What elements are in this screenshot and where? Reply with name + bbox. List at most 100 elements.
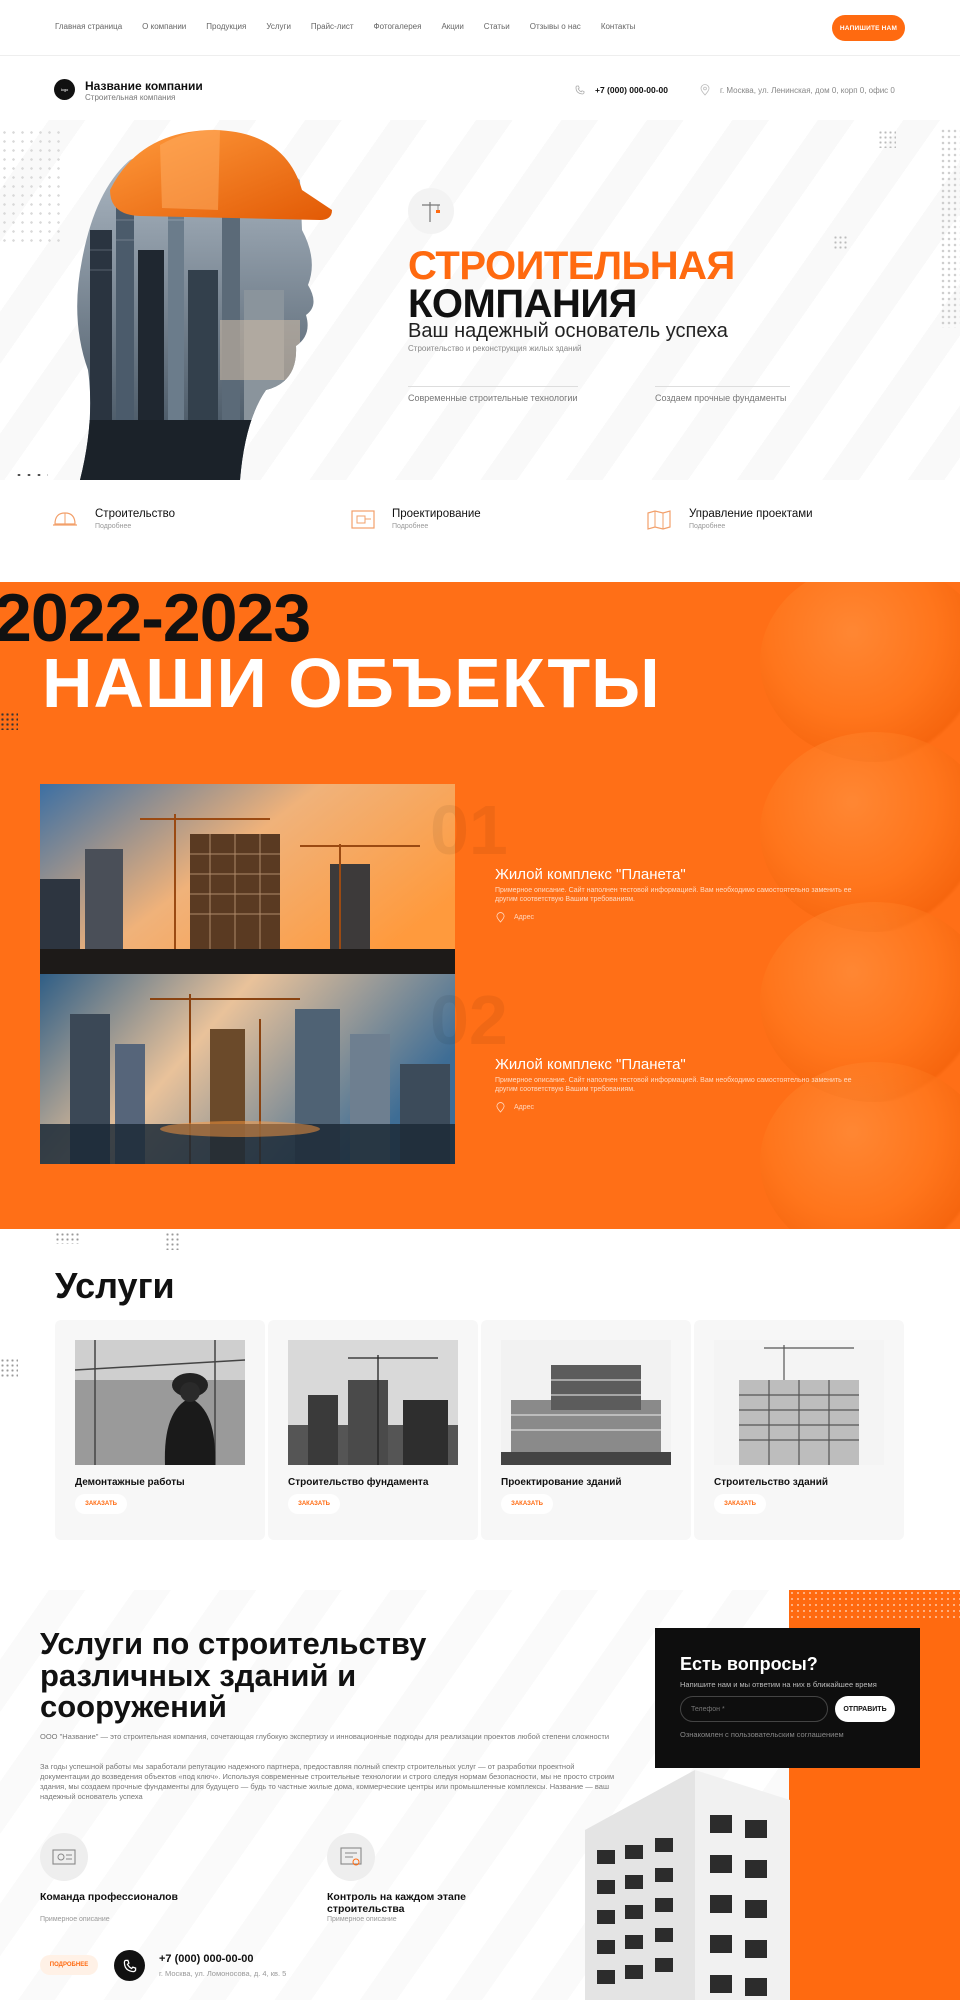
hero-tagline: Ваш надежный основатель успеха [408, 320, 728, 342]
service-strip-more-link[interactable]: Подробнее [95, 523, 131, 530]
service-strip-title[interactable]: Строительство [95, 508, 175, 520]
send-button[interactable]: ОТПРАВИТЬ [835, 1696, 895, 1722]
hero-feature-2: Создаем прочные фундаменты [655, 393, 787, 403]
dot-pattern [833, 235, 847, 249]
company-name: Название компании [85, 79, 203, 93]
nav-item-about[interactable]: О компании [142, 22, 186, 31]
service-strip-more-link[interactable]: Подробнее [689, 523, 725, 530]
header-address: г. Москва, ул. Ленинская, дом 0, корп 0,… [720, 86, 895, 95]
dot-pattern [789, 1590, 960, 1620]
crane-badge [408, 188, 454, 234]
location-pin-icon [700, 84, 710, 96]
phone-icon [123, 1959, 136, 1972]
object-title[interactable]: Жилой комплекс "Планета" [495, 866, 686, 883]
team-icon [52, 1849, 76, 1865]
feature-subtitle: Примерное описание [40, 1916, 110, 1923]
service-strip-more-link[interactable]: Подробнее [392, 523, 428, 530]
divider [655, 386, 790, 387]
dot-pattern [0, 128, 60, 248]
hero-worker-city-image [77, 129, 332, 480]
order-button[interactable]: ЗАКАЗАТЬ [75, 1494, 127, 1514]
nav-item-promo[interactable]: Акции [441, 22, 463, 31]
divider [408, 386, 578, 387]
objects-title: НАШИ ОБЪЕКТЫ [42, 644, 661, 722]
building-image [585, 1770, 790, 2000]
certificate-icon [340, 1847, 362, 1866]
nav-item-home[interactable]: Главная страница [55, 22, 122, 31]
location-pin-icon [496, 1102, 505, 1113]
service-card-title: Строительство зданий [714, 1477, 829, 1488]
services-title: Услуги [55, 1265, 175, 1306]
logo[interactable]: logo [54, 79, 75, 100]
questions-title: Есть вопросы? [680, 1654, 818, 1674]
nav-item-reviews[interactable]: Отзывы о нас [530, 22, 581, 31]
about-paragraph-1: ООО "Название" — это строительная компан… [40, 1732, 610, 1741]
more-button[interactable]: ПОДРОБНЕЕ [40, 1955, 98, 1975]
nav-menu: Главная страница О компании Продукция Ус… [55, 22, 655, 31]
questions-subtitle: Напишите нам и мы ответим на них в ближа… [680, 1680, 877, 1689]
crane-icon [422, 202, 440, 222]
dot-pattern [878, 130, 896, 148]
about-paragraph-2: За годы успешной работы мы заработали ре… [40, 1762, 615, 1802]
nav-item-articles[interactable]: Статьи [484, 22, 510, 31]
service-card[interactable]: Проектирование зданий ЗАКАЗАТЬ [481, 1320, 691, 1540]
service-image [75, 1340, 245, 1465]
dot-pattern [940, 128, 960, 328]
about-title: Услуги по строительству различных зданий… [40, 1626, 427, 1725]
feature-title: Контроль на каждом этапе строительства [327, 1891, 467, 1916]
object-image[interactable] [40, 974, 455, 1164]
object-image[interactable] [40, 784, 455, 974]
dot-pattern [165, 1232, 181, 1250]
service-strip-title[interactable]: Управление проектами [689, 508, 813, 520]
plans-icon [647, 510, 671, 530]
write-us-button[interactable]: НАПИШИТЕ НАМ [832, 15, 905, 41]
nav-item-contacts[interactable]: Контакты [601, 22, 636, 31]
order-button[interactable]: ЗАКАЗАТЬ [714, 1494, 766, 1514]
object-description: Примерное описание. Сайт наполнен тестов… [495, 1077, 852, 1094]
header-phone[interactable]: +7 (000) 000-00-00 [595, 85, 668, 95]
service-card-title: Строительство фундамента [288, 1477, 429, 1488]
feature-title: Команда профессионалов [40, 1891, 178, 1903]
blueprint-icon [351, 510, 375, 529]
order-button[interactable]: ЗАКАЗАТЬ [501, 1494, 553, 1514]
nav-item-services[interactable]: Услуги [266, 22, 291, 31]
object-description: Примерное описание. Сайт наполнен тестов… [495, 887, 852, 904]
dot-pattern [14, 472, 48, 478]
helmet-icon [53, 512, 77, 526]
dot-pattern [0, 712, 18, 730]
hero-subtitle: Строительство и реконструкция жилых здан… [408, 344, 582, 353]
nav-item-prices[interactable]: Прайс-лист [311, 22, 354, 31]
footer-phone[interactable]: +7 (000) 000-00-00 [159, 1953, 253, 1965]
nav-item-products[interactable]: Продукция [206, 22, 246, 31]
order-button[interactable]: ЗАКАЗАТЬ [288, 1494, 340, 1514]
service-strip-title[interactable]: Проектирование [392, 508, 481, 520]
dot-pattern [0, 1358, 18, 1378]
nav-item-gallery[interactable]: Фотогалерея [374, 22, 422, 31]
questions-form: Есть вопросы? Напишите нам и мы ответим … [655, 1628, 920, 1768]
object-number: 02 [430, 981, 508, 1059]
company-subtitle: Строительная компания [85, 93, 176, 102]
object-title[interactable]: Жилой комплекс "Планета" [495, 1056, 686, 1073]
location-pin-icon [496, 912, 505, 923]
object-address: Адрес [514, 914, 535, 921]
phone-icon [575, 85, 585, 95]
object-number: 01 [430, 791, 508, 869]
service-card[interactable]: Строительство фундамента ЗАКАЗАТЬ [268, 1320, 478, 1540]
service-image [288, 1340, 458, 1465]
objects-year: 2022-2023 [0, 580, 311, 656]
phone-input[interactable] [680, 1696, 828, 1722]
feature-subtitle: Примерное описание [327, 1916, 397, 1923]
service-card-title: Проектирование зданий [501, 1477, 622, 1488]
footer-address: г. Москва, ул. Ломоносова, д. 4, кв. 5 [159, 1969, 287, 1978]
phone-call-button[interactable] [114, 1950, 145, 1981]
hero-feature-1: Современные строительные технологии [408, 393, 578, 403]
service-image [714, 1340, 884, 1465]
service-image [501, 1340, 671, 1465]
object-address: Адрес [514, 1104, 535, 1111]
control-badge [327, 1833, 375, 1881]
agreement-link[interactable]: Ознакомлен с пользовательским соглашение… [680, 1730, 844, 1739]
service-card-title: Демонтажные работы [75, 1477, 185, 1488]
service-card[interactable]: Демонтажные работы ЗАКАЗАТЬ [55, 1320, 265, 1540]
team-badge [40, 1833, 88, 1881]
service-card[interactable]: Строительство зданий ЗАКАЗАТЬ [694, 1320, 904, 1540]
